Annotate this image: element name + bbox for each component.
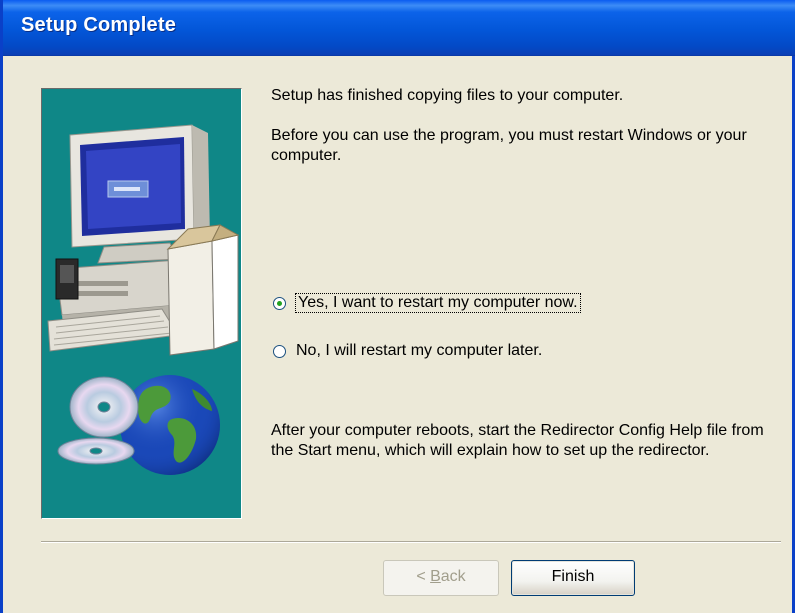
finish-button[interactable]: Finish — [511, 560, 635, 596]
after-reboot-text: After your computer reboots, start the R… — [271, 422, 764, 459]
computer-globe-icon — [47, 124, 240, 475]
intro-text: Setup has finished copying files to your… — [271, 87, 624, 104]
button-separator — [41, 541, 781, 543]
setup-illustration — [41, 88, 242, 519]
restart-note-text: Before you can use the program, you must… — [271, 127, 747, 164]
radio-unselected-icon[interactable] — [273, 344, 286, 358]
setup-complete-dialog: Setup Complete Setup has finished copyin… — [0, 0, 795, 613]
window-title: Setup Complete — [21, 14, 177, 36]
restart-now-option[interactable]: Yes, I want to restart my computer now. — [273, 292, 581, 314]
title-bar[interactable]: Setup Complete — [3, 0, 795, 56]
back-label-accesskey: B — [430, 568, 441, 585]
restart-later-option[interactable]: No, I will restart my computer later. — [273, 340, 542, 362]
radio-selected-icon[interactable] — [273, 296, 286, 310]
back-label-rest: ack — [440, 568, 466, 585]
restart-later-label: No, I will restart my computer later. — [296, 342, 543, 359]
back-button[interactable]: < Back — [383, 560, 499, 596]
back-label-prefix: < — [416, 568, 431, 585]
restart-now-label: Yes, I want to restart my computer now. — [295, 293, 581, 313]
